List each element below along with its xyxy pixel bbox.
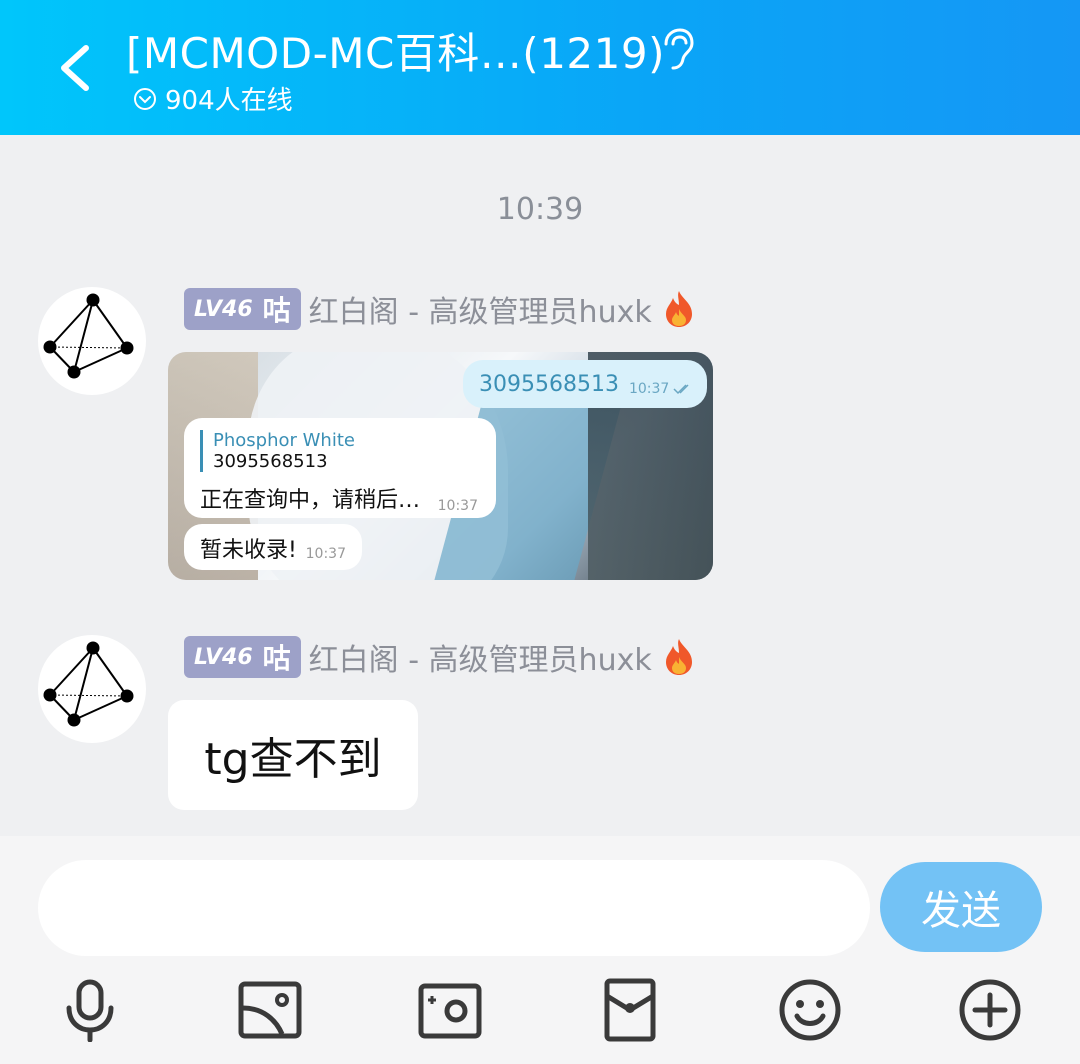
screenshot-outgoing-bubble: 3095568513 10:37 — [463, 360, 708, 408]
microphone-icon[interactable] — [58, 978, 122, 1042]
red-packet-icon[interactable] — [598, 978, 662, 1042]
emoji-icon[interactable] — [778, 978, 842, 1042]
reply-quote: Phosphor White 3095568513 — [200, 430, 355, 472]
input-bar: 发送 — [0, 836, 1080, 1064]
reply2-text: 暂未收录! — [200, 538, 297, 563]
level-badge: LV46 咕 — [184, 636, 301, 678]
message-input[interactable] — [38, 860, 870, 956]
text-message-bubble[interactable]: tg查不到 — [168, 700, 418, 810]
double-check-icon — [673, 384, 689, 395]
image-message[interactable]: 3095568513 10:37 Phosphor White 30955685… — [168, 352, 713, 580]
avatar[interactable] — [38, 635, 146, 743]
avatar[interactable] — [38, 287, 146, 395]
sender-name[interactable]: 红白阁 - 高级管理员huxk — [309, 287, 652, 331]
online-count: 904人在线 — [165, 86, 293, 116]
online-status[interactable]: 904人在线 — [133, 80, 293, 117]
image-icon[interactable] — [238, 978, 302, 1042]
outgoing-time: 10:37 — [628, 381, 670, 397]
level-number: LV46 — [194, 644, 253, 670]
quote-name: Phosphor White — [213, 430, 355, 451]
sender-row: LV46 咕 红白阁 - 高级管理员huxk — [184, 287, 696, 331]
reply-text: 正在查询中，请稍后… — [200, 488, 421, 513]
tetrahedron-avatar-icon — [43, 293, 134, 379]
ear-icon[interactable] — [656, 26, 696, 72]
tetrahedron-avatar-icon — [43, 641, 134, 727]
reply2-time: 10:37 — [305, 546, 346, 562]
level-title: 咕 — [262, 294, 291, 327]
screenshot-reply-bubble: Phosphor White 3095568513 正在查询中，请稍后… 10:… — [184, 418, 496, 518]
screenshot-reply-bubble-2: 暂未收录! 10:37 — [184, 524, 362, 570]
fire-icon — [665, 291, 692, 327]
send-button[interactable]: 发送 — [880, 862, 1042, 952]
input-toolbar — [0, 978, 1080, 1048]
level-number: LV46 — [194, 296, 253, 322]
camera-icon[interactable] — [418, 978, 482, 1042]
quote-text: 3095568513 — [213, 451, 328, 472]
sender-name[interactable]: 红白阁 - 高级管理员huxk — [309, 635, 652, 679]
chevron-down-circle-icon — [134, 87, 156, 110]
plus-icon[interactable] — [958, 978, 1022, 1042]
sender-row: LV46 咕 红白阁 - 高级管理员huxk — [184, 635, 696, 679]
back-arrow-icon[interactable] — [52, 40, 100, 96]
group-title[interactable]: [MCMOD-MC百科…(1219) — [126, 20, 665, 81]
fire-icon — [665, 639, 692, 675]
chat-header: [MCMOD-MC百科…(1219) 904人在线 — [0, 0, 1080, 135]
reply-time: 10:37 — [437, 498, 478, 514]
outgoing-text: 3095568513 — [479, 371, 619, 397]
level-title: 咕 — [262, 642, 291, 675]
chat-timestamp: 10:39 — [496, 192, 584, 227]
level-badge: LV46 咕 — [184, 288, 301, 330]
